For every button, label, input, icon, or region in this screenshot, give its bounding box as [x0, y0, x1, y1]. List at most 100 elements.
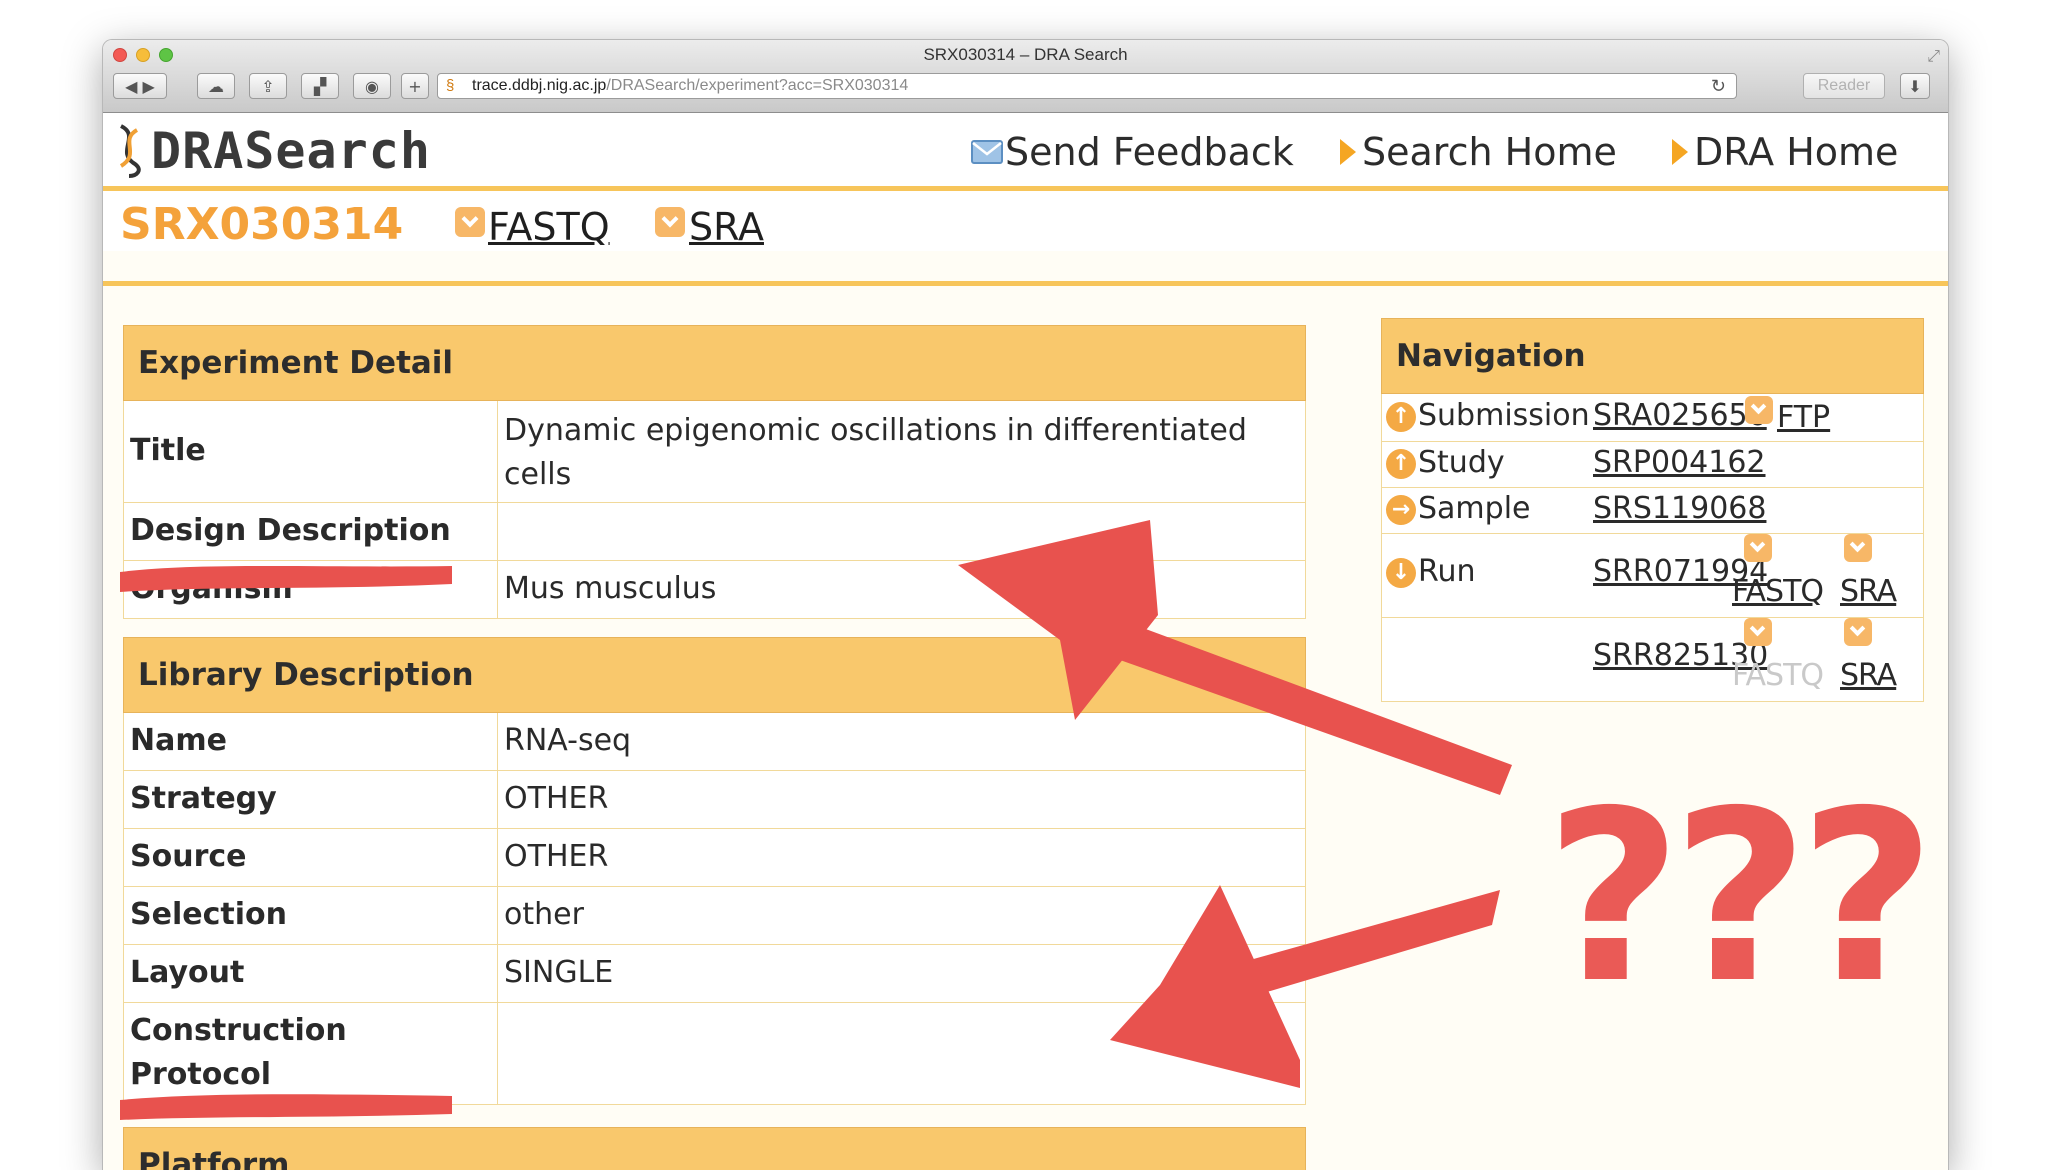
table-row: Selection other: [123, 887, 1306, 945]
strategy-value: OTHER: [504, 781, 609, 816]
url-host: trace.ddbj.nig.ac.jp: [472, 77, 607, 94]
source-label: Source: [124, 829, 498, 886]
table-row: SRR825130 FASTQ SRA: [1381, 618, 1924, 702]
table-row: → Sample SRS119068: [1381, 488, 1924, 534]
up-arrow-icon: ↑: [1386, 449, 1416, 479]
table-row: ↑ Study SRP004162: [1381, 442, 1924, 488]
library-description-heading: Library Description: [123, 637, 1306, 713]
name-label: Name: [124, 713, 498, 770]
share-icon: ⇪: [261, 76, 275, 96]
run-label: Run: [1418, 554, 1476, 589]
sample-label: Sample: [1418, 491, 1531, 526]
down-arrow-icon: ↓: [1386, 558, 1416, 588]
up-arrow-icon: ↑: [1386, 402, 1416, 432]
construction-protocol-label: Construction Protocol: [124, 1003, 498, 1104]
dra-search-logo[interactable]: DRASearch: [111, 122, 431, 180]
site-header: DRASearch Send Feedback Search Home DRA …: [103, 113, 1948, 251]
organism-value: Mus musculus: [504, 571, 717, 606]
construction-protocol-value: [498, 1003, 1305, 1104]
platform-table: Platform: [123, 1127, 1306, 1170]
forward-icon[interactable]: ▶: [143, 77, 155, 96]
ftp-link[interactable]: FTP: [1777, 400, 1830, 435]
accession-bar: SRX030314 FASTQ SRA: [103, 191, 1948, 251]
downloads-button[interactable]: ⬇: [1900, 73, 1930, 99]
back-forward-buttons[interactable]: ◀ ▶: [113, 73, 167, 99]
reader-button[interactable]: Reader: [1803, 73, 1885, 99]
browser-toolbar: SRX030314 – DRA Search ⤢ ◀ ▶ ☁ ⇪ ▞ ◉ + §…: [103, 40, 1948, 113]
dra-home-label: DRA Home: [1694, 130, 1899, 174]
organism-label: Organism: [124, 561, 498, 618]
icloud-tabs-button[interactable]: ☁: [197, 73, 235, 99]
sra-download-icon[interactable]: [1844, 534, 1872, 562]
run-sra-link[interactable]: SRA: [1840, 574, 1897, 609]
send-feedback-label: Send Feedback: [1005, 130, 1294, 174]
table-row: Title Dynamic epigenomic oscillations in…: [123, 401, 1306, 503]
table-row: Construction Protocol: [123, 1003, 1306, 1105]
sra-link[interactable]: SRA: [689, 205, 764, 249]
tabs-icon: ▞: [313, 76, 327, 96]
title-value: Dynamic epigenomic oscillations in diffe…: [504, 413, 1247, 492]
back-icon[interactable]: ◀: [125, 77, 137, 96]
search-home-link[interactable]: Search Home: [1340, 127, 1617, 177]
design-description-value: [498, 503, 1305, 560]
fastq-download-icon[interactable]: [1744, 618, 1772, 646]
extension-button[interactable]: ◉: [353, 73, 391, 99]
selection-label: Selection: [124, 887, 498, 944]
accession-id: SRX030314: [120, 199, 404, 250]
sra-download-icon[interactable]: [655, 207, 685, 237]
table-row: Strategy OTHER: [123, 771, 1306, 829]
fastq-link[interactable]: FASTQ: [488, 205, 610, 249]
table-row: Organism Mus musculus: [123, 561, 1306, 619]
search-home-label: Search Home: [1362, 130, 1617, 174]
window-title: SRX030314 – DRA Search: [923, 45, 1128, 64]
table-row: ↑ Submission SRA025656 FTP: [1381, 394, 1924, 442]
sra-download-icon[interactable]: [1844, 618, 1872, 646]
dra-home-link[interactable]: DRA Home: [1672, 127, 1898, 177]
title-label: Title: [124, 401, 498, 502]
selection-value: other: [504, 897, 584, 932]
experiment-detail-heading: Experiment Detail: [123, 325, 1306, 401]
source-value: OTHER: [504, 839, 609, 874]
right-arrow-icon: →: [1386, 495, 1416, 525]
layout-label: Layout: [124, 945, 498, 1002]
address-bar[interactable]: § trace.ddbj.nig.ac.jp/DRASearch/experim…: [437, 73, 1737, 99]
experiment-detail-table: Experiment Detail Title Dynamic epigenom…: [123, 325, 1306, 619]
run2-fastq-label: FASTQ: [1732, 658, 1824, 693]
share-button[interactable]: ⇪: [249, 73, 287, 99]
mail-icon: [971, 140, 1003, 164]
fastq-download-icon[interactable]: [455, 207, 485, 237]
fullscreen-icon[interactable]: ⤢: [1927, 46, 1940, 66]
run2-sra-link[interactable]: SRA: [1840, 658, 1897, 693]
url-path: /DRASearch/experiment?acc=SRX030314: [606, 77, 909, 94]
ftp-download-icon[interactable]: [1745, 396, 1773, 424]
fastq-download-icon[interactable]: [1744, 534, 1772, 562]
sample-link[interactable]: SRS119068: [1593, 491, 1766, 526]
arrow-icon: [1672, 139, 1688, 165]
cloud-icon: ☁: [208, 76, 224, 96]
table-row: ↓ Run SRR071994 FASTQ SRA: [1381, 534, 1924, 618]
table-row: Design Description: [123, 503, 1306, 561]
navigation-heading: Navigation: [1381, 318, 1924, 394]
layout-value: SINGLE: [504, 955, 614, 990]
table-row: Source OTHER: [123, 829, 1306, 887]
strategy-label: Strategy: [124, 771, 498, 828]
reload-icon[interactable]: ↻: [1711, 74, 1726, 98]
send-feedback-link[interactable]: Send Feedback: [971, 127, 1294, 177]
name-value: RNA-seq: [504, 723, 632, 758]
arrow-icon: [1340, 139, 1356, 165]
table-row: Name RNA-seq: [123, 713, 1306, 771]
site-favicon-icon: §: [446, 77, 455, 94]
submission-label: Submission: [1418, 398, 1590, 433]
run-fastq-link[interactable]: FASTQ: [1732, 574, 1824, 609]
study-link[interactable]: SRP004162: [1593, 445, 1766, 480]
download-icon: ⬇: [1908, 76, 1922, 96]
new-tab-button[interactable]: +: [401, 73, 429, 99]
url-text[interactable]: trace.ddbj.nig.ac.jp/DRASearch/experimen…: [472, 74, 908, 98]
table-row: Layout SINGLE: [123, 945, 1306, 1003]
study-label: Study: [1418, 445, 1505, 480]
submission-link[interactable]: SRA025656: [1593, 398, 1767, 433]
accession-divider: [103, 281, 1948, 286]
tab-view-button[interactable]: ▞: [301, 73, 339, 99]
helix-logo-icon: [119, 124, 141, 178]
library-description-table: Library Description Name RNA-seq Strateg…: [123, 637, 1306, 1105]
